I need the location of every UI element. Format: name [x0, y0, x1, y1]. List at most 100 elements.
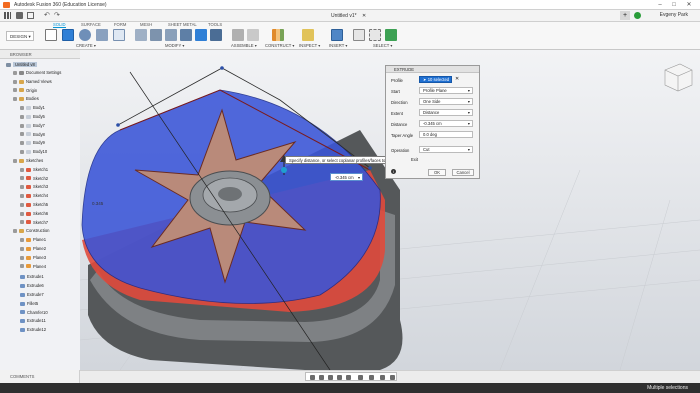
undo-icon[interactable]: ↶ [44, 11, 50, 19]
browser-item[interactable]: Plane4 [20, 264, 46, 269]
window-select-icon[interactable] [369, 29, 381, 41]
visibility-icon[interactable] [20, 141, 24, 146]
browser-item[interactable]: Body10 [20, 149, 47, 154]
distance-field[interactable]: -0.345 cm ▾ [419, 120, 473, 127]
visibility-icon[interactable] [13, 158, 17, 163]
taper-angle-field[interactable]: 0.0 deg [419, 131, 473, 138]
profile-selection-button[interactable]: ➤ 10 selected [419, 76, 452, 83]
offset-plane-icon[interactable] [272, 29, 284, 41]
extensions-icon[interactable] [634, 12, 641, 19]
pan-icon[interactable] [328, 375, 333, 380]
assemble-group-label[interactable]: ASSEMBLE ▾ [231, 43, 257, 48]
select-body-icon[interactable] [385, 29, 397, 41]
extrude-icon[interactable] [62, 29, 74, 41]
browser-item[interactable]: Sketch5 [20, 202, 48, 207]
browser-item[interactable]: Body9 [20, 140, 45, 145]
orbit-icon[interactable] [310, 375, 315, 380]
close-tab-icon[interactable]: ✕ [362, 13, 366, 19]
visibility-icon[interactable] [13, 229, 17, 234]
insert-image-icon[interactable] [331, 29, 343, 41]
browser-root[interactable]: Untitled v8 [6, 62, 37, 67]
zoom-icon[interactable] [337, 375, 342, 380]
browser-item[interactable]: Body1 [20, 105, 45, 110]
browser-item[interactable]: Sketch1 [20, 167, 48, 172]
cancel-button[interactable]: Cancel [452, 169, 474, 176]
select-icon[interactable] [353, 29, 365, 41]
grid-settings-icon[interactable] [369, 375, 374, 380]
visibility-icon[interactable] [20, 255, 24, 260]
display-settings-icon[interactable] [358, 375, 363, 380]
insert-group-label[interactable]: INSERT ▾ [329, 43, 347, 48]
file-menu-icon[interactable] [16, 12, 23, 19]
tab-tools[interactable]: TOOLS [208, 22, 222, 27]
visibility-icon[interactable] [20, 185, 24, 190]
visibility-icon[interactable] [20, 132, 24, 137]
visibility-icon[interactable] [20, 238, 24, 243]
viewports-icon[interactable] [380, 375, 385, 380]
chamfer-icon[interactable] [165, 29, 177, 41]
timeline-item[interactable]: Extrude12 [20, 327, 46, 332]
shell-icon[interactable] [180, 29, 192, 41]
info-icon[interactable]: i [391, 169, 396, 174]
inspect-group-label[interactable]: INSPECT ▾ [299, 43, 320, 48]
browser-item[interactable]: Document Settings [13, 70, 61, 75]
browser-item[interactable]: Origin [13, 88, 37, 93]
document-tab[interactable]: Untitled v1* ✕ [325, 11, 372, 21]
browser-item[interactable]: Sketch3 [20, 184, 48, 189]
distance-input[interactable]: -0.345 cm ▾ [330, 173, 363, 181]
workspace-switcher[interactable]: DESIGN ▾ [6, 31, 34, 41]
browser-item[interactable]: Sketch7 [20, 220, 48, 225]
browser-item[interactable]: Body7 [20, 123, 45, 128]
modify-group-label[interactable]: MODIFY ▾ [165, 43, 184, 48]
save-icon[interactable] [27, 12, 34, 19]
look-at-icon[interactable] [319, 375, 324, 380]
timeline-item[interactable]: Extrude1 [20, 274, 44, 279]
visibility-icon[interactable] [20, 220, 24, 225]
extrude-dialog-header[interactable]: EXTRUDE [386, 66, 479, 73]
grid-menu-icon[interactable] [4, 12, 11, 19]
new-tab-icon[interactable]: + [620, 11, 630, 20]
manipulator-handle[interactable] [281, 167, 287, 173]
exit-label[interactable]: Exit [411, 157, 418, 162]
visibility-icon[interactable] [20, 264, 24, 269]
browser-item[interactable]: Construction [13, 228, 50, 233]
create-more-icon[interactable] [113, 29, 125, 41]
as-built-joint-icon[interactable] [247, 29, 259, 41]
visibility-icon[interactable] [20, 123, 24, 128]
user-name[interactable]: Evgeny Park [660, 12, 688, 18]
tab-surface[interactable]: SURFACE [81, 22, 101, 27]
new-sketch-icon[interactable] [45, 29, 57, 41]
fit-icon[interactable] [346, 375, 351, 380]
browser-item[interactable]: Body5 [20, 114, 45, 119]
browser-item[interactable]: Sketches [13, 158, 43, 163]
browser-item[interactable]: Named Views [13, 79, 52, 84]
more-views-icon[interactable] [390, 375, 395, 380]
joint-icon[interactable] [232, 29, 244, 41]
browser-item[interactable]: Plane1 [20, 237, 46, 242]
timeline-item[interactable]: Chamfer10 [20, 310, 48, 315]
visibility-icon[interactable] [20, 106, 24, 111]
clear-selection-icon[interactable]: ✕ [455, 76, 459, 82]
timeline-item[interactable]: Extrude6 [20, 283, 44, 288]
browser-item[interactable]: Sketch4 [20, 193, 48, 198]
start-select[interactable]: Profile Plane ▾ [419, 87, 473, 94]
maximize-button[interactable]: □ [668, 1, 680, 9]
timeline-item[interactable]: Fillet5 [20, 301, 38, 306]
operation-select[interactable]: Cut ▾ [419, 146, 473, 153]
stepper-icon[interactable]: ▾ [358, 174, 360, 181]
tab-mesh[interactable]: MESH [140, 22, 152, 27]
visibility-icon[interactable] [20, 114, 24, 119]
sweep-icon[interactable] [96, 29, 108, 41]
visibility-icon[interactable] [20, 150, 24, 155]
visibility-icon[interactable] [13, 97, 17, 102]
sketch-point[interactable] [220, 66, 224, 70]
create-group-label[interactable]: CREATE ▾ [76, 43, 96, 48]
construct-group-label[interactable]: CONSTRUCT ▾ [265, 43, 294, 48]
fillet-icon[interactable] [150, 29, 162, 41]
browser-item[interactable]: Sketch2 [20, 176, 48, 181]
measure-icon[interactable] [302, 29, 314, 41]
comments-panel[interactable]: COMMENTS [0, 370, 80, 383]
tab-solid[interactable]: SOLID [53, 22, 66, 28]
direction-select[interactable]: One Side ▾ [419, 98, 473, 105]
visibility-icon[interactable] [13, 88, 17, 93]
